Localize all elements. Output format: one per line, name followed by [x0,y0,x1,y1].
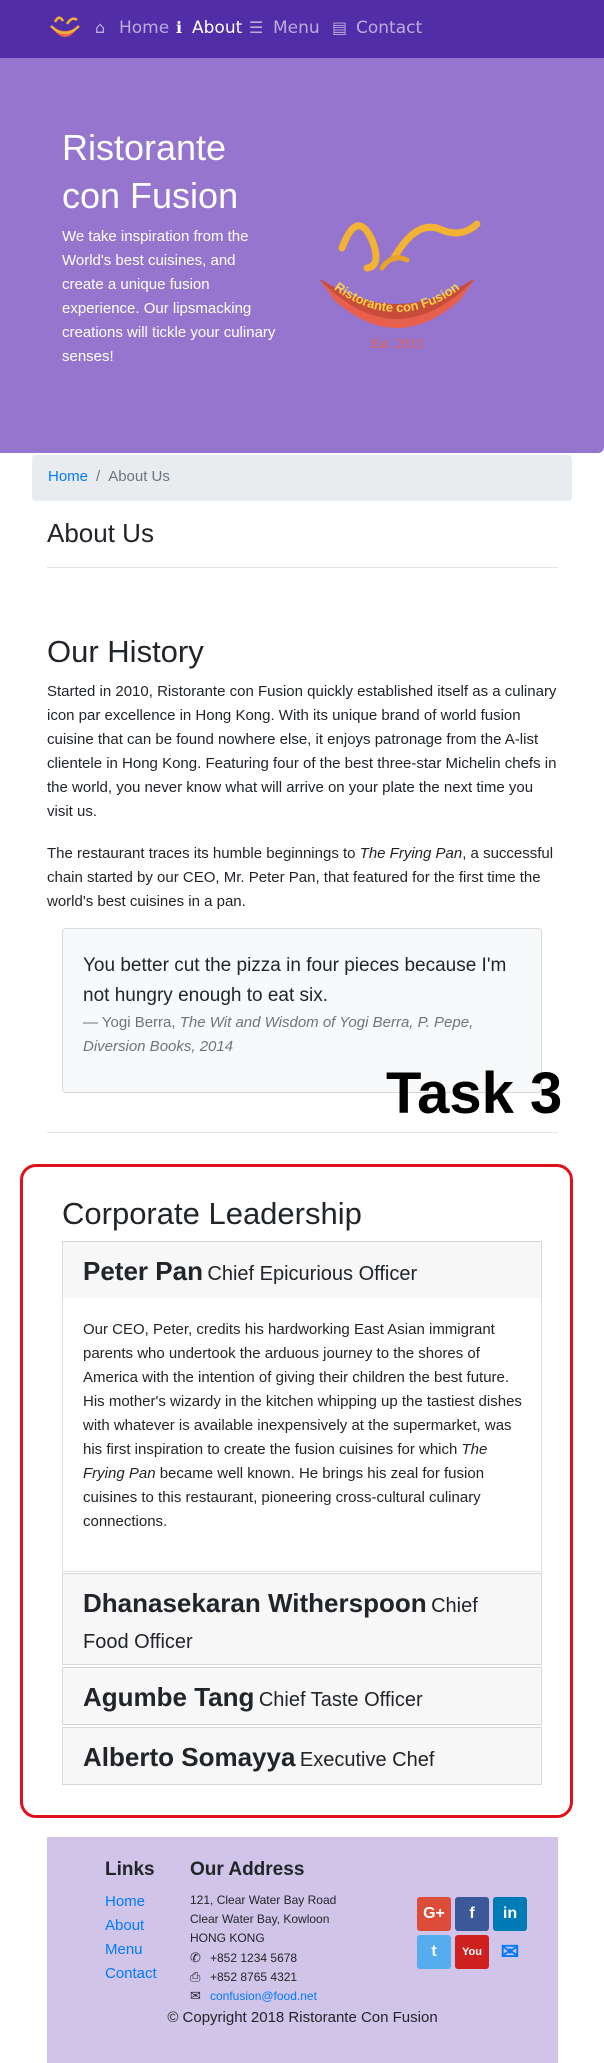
leader-name: Dhanasekaran Witherspoon [83,1588,427,1618]
phone-line: ✆ +852 1234 5678 [190,1950,298,1965]
twitter-icon[interactable]: t [417,1935,451,1969]
google-plus-icon[interactable]: G+ [417,1897,451,1931]
task-annotation: Task 3 [386,1061,563,1126]
linkedin-icon[interactable]: in [493,1897,527,1931]
email-line: ✉ confusion@food.net [190,1986,317,2006]
leader-card-header[interactable]: Alberto Somayya Executive Chef [62,1727,542,1785]
address-line: 121, Clear Water Bay Road [190,1893,337,1907]
footer-link-about[interactable]: About [105,1917,144,1934]
list-icon: ☰ [249,18,264,37]
history-paragraph-2: The restaurant traces its humble beginni… [47,845,554,910]
youtube-icon[interactable]: You [455,1935,489,1969]
leader-card-header[interactable]: Peter Pan Chief Epicurious Officer [62,1241,542,1299]
nav-home[interactable]: ⌂ Home [95,18,169,38]
footer-link-home[interactable]: Home [105,1893,145,1910]
footer-link-menu[interactable]: Menu [105,1941,143,1958]
info-icon: ℹ [176,18,183,37]
breadcrumb-current: About Us [108,468,170,485]
breadcrumb-separator: / [96,468,101,485]
address-line: Clear Water Bay, Kowloon [190,1912,330,1926]
fax-line: ⎙ +852 8765 4321 [190,1969,298,1984]
leadership-heading: Corporate Leadership [62,1196,362,1231]
page-title: About Us [47,518,154,548]
brand-logo[interactable] [45,12,85,46]
leader-name: Peter Pan [83,1256,203,1286]
nav-contact[interactable]: ▤ Contact [332,18,422,38]
leader-card-body: Our CEO, Peter, credits his hardworking … [62,1298,542,1572]
footer: Links Home About Menu Contact Our Addres… [47,1837,558,2063]
leader-card-header[interactable]: Dhanasekaran Witherspoon Chief Food Offi… [62,1573,542,1665]
quote-text: You better cut the pizza in four pieces … [83,955,507,1006]
leader-role: Executive Chef [299,1749,435,1771]
nav-contact-label: Contact [356,18,423,38]
jumbotron-text: We take inspiration from the World's bes… [62,228,276,365]
divider [47,1132,558,1133]
breadcrumb: Home / About Us [32,455,572,501]
restaurant-logo: Ristorante con Fusion Est. 2013 [320,220,481,352]
address-line: HONG KONG [190,1931,265,1945]
leader-name: Alberto Somayya [83,1742,296,1772]
leader-role: Chief Epicurious Officer [207,1263,418,1285]
footer-link-contact[interactable]: Contact [105,1965,157,1982]
divider [47,567,558,568]
email-link[interactable]: confusion@food.net [210,1989,317,2003]
svg-text:Est. 2013: Est. 2013 [371,337,424,352]
nav-home-label: Home [119,18,170,38]
leader-card-header[interactable]: Agumbe Tang Chief Taste Officer [62,1667,542,1725]
quote-footer: — Yogi Berra, The Wit and Wisdom of Yogi… [83,1014,474,1055]
nav-menu[interactable]: ☰ Menu [249,18,320,38]
copyright: © Copyright 2018 Ristorante Con Fusion [167,2009,438,2026]
breadcrumb-home-link[interactable]: Home [48,468,88,485]
restaurant-title: Ristorante con Fusion [62,127,239,216]
mail-icon[interactable]: ✉ [493,1935,527,1969]
history-paragraph-1: Started in 2010, Ristorante con Fusion q… [47,683,557,820]
home-icon: ⌂ [95,18,106,37]
nav-menu-label: Menu [273,18,320,38]
navbar: ⌂ Home ℹ About ☰ Menu ▤ Contact [0,0,604,58]
jumbotron: Ristorante con Fusion We take inspiratio… [0,58,604,453]
address-heading: Our Address [190,1859,305,1880]
leader-bio: Our CEO, Peter, credits his hardworking … [83,1321,522,1530]
nav-about[interactable]: ℹ About [176,18,242,38]
envelope-icon: ✉ [190,1988,201,2003]
nav-about-label: About [192,18,243,38]
address-card-icon: ▤ [332,18,348,37]
leader-name: Agumbe Tang [83,1682,255,1712]
facebook-icon[interactable]: f [455,1897,489,1931]
fax-icon: ⎙ [190,1969,201,1984]
links-heading: Links [105,1859,155,1880]
leader-role: Chief Taste Officer [258,1689,423,1711]
history-heading: Our History [47,634,204,669]
phone-icon: ✆ [190,1950,201,1965]
